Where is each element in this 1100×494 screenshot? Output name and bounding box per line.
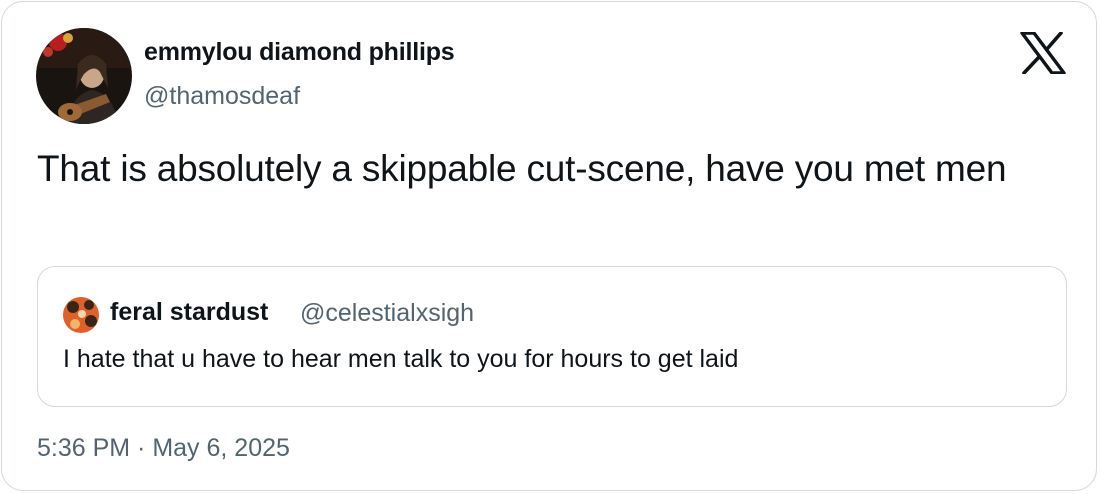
quoted-author-handle[interactable]: @celestialxsigh xyxy=(300,299,474,328)
author-avatar-image xyxy=(36,28,132,124)
quoted-tweet-text: I hate that u have to hear men talk to y… xyxy=(63,345,739,373)
quoted-tweet[interactable]: feral stardust @celestialxsigh I hate th… xyxy=(37,266,1067,407)
quoted-author-name[interactable]: feral stardust xyxy=(110,298,268,327)
author-avatar[interactable] xyxy=(36,28,132,124)
quoted-author-avatar[interactable] xyxy=(63,297,99,333)
quoted-avatar-image xyxy=(63,297,99,333)
tweet-card: emmylou diamond phillips @thamosdeaf Tha… xyxy=(1,1,1097,491)
x-logo-icon[interactable] xyxy=(1020,31,1066,75)
author-handle[interactable]: @thamosdeaf xyxy=(144,82,300,111)
tweet-text: That is absolutely a skippable cut-scene… xyxy=(37,148,1007,189)
tweet-timestamp[interactable]: 5:36 PM · May 6, 2025 xyxy=(37,434,290,463)
author-name[interactable]: emmylou diamond phillips xyxy=(144,38,455,67)
